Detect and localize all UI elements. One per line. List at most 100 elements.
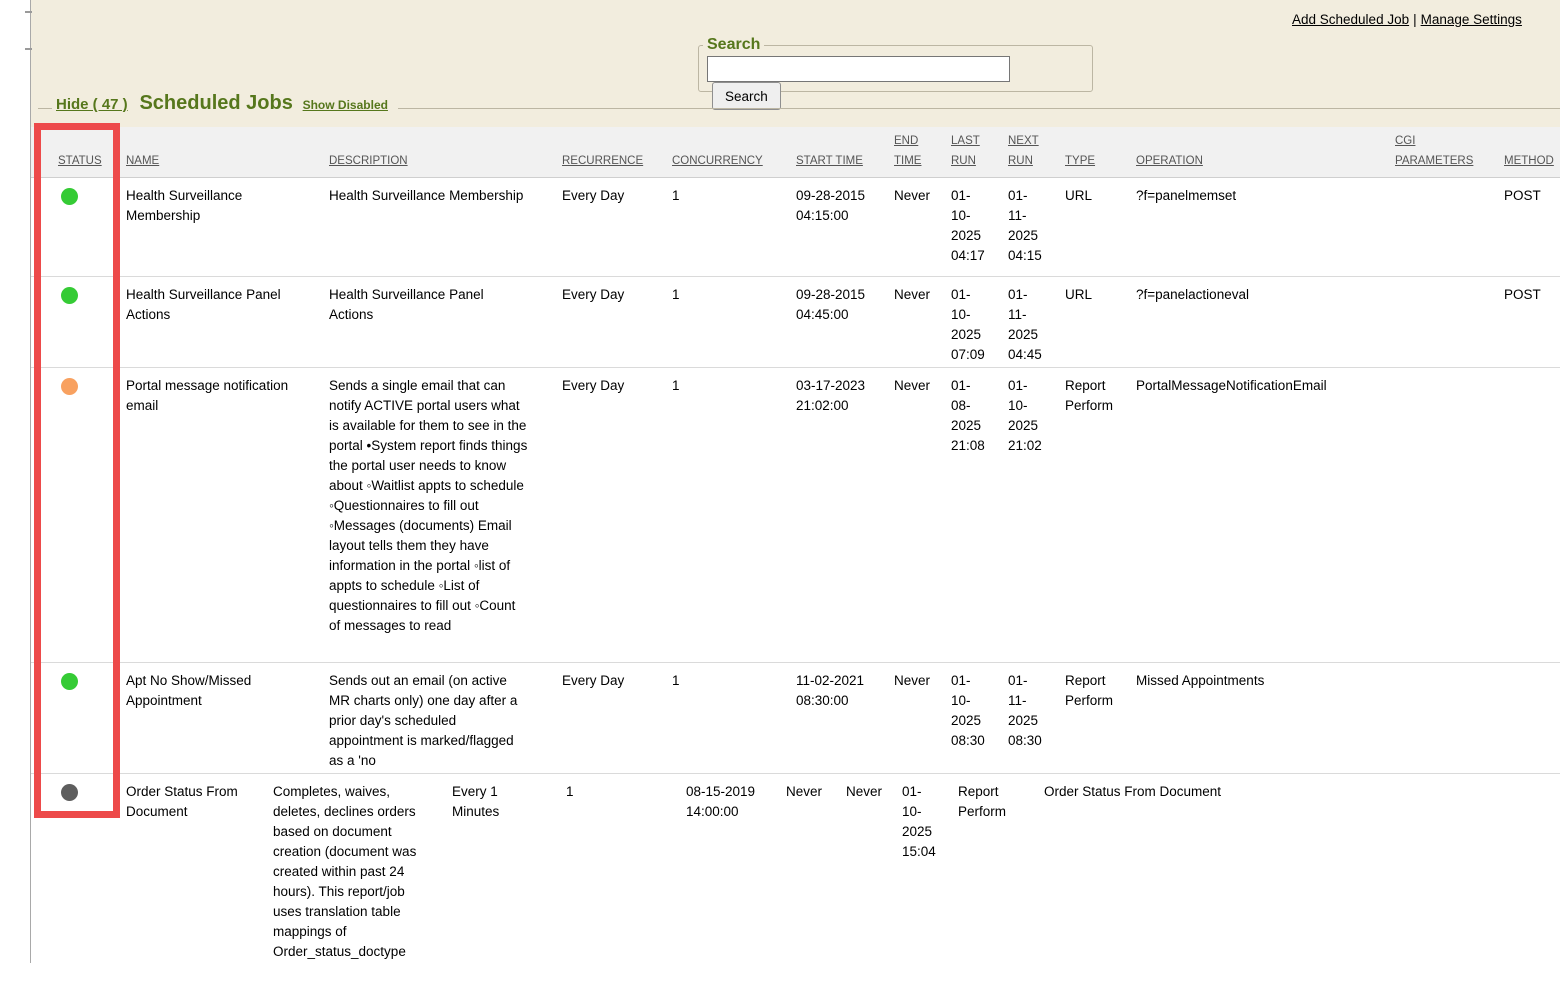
cell-end-time: Never (894, 178, 951, 276)
status-dot-orange (61, 378, 78, 395)
table-body: Health Surveillance MembershipHealth Sur… (31, 178, 1560, 774)
cell-name: Portal message notification email (126, 368, 329, 662)
cell-start-time: 11-02-2021 08:30:00 (796, 663, 894, 773)
column-sort-link-method[interactable]: METHOD (1504, 151, 1554, 171)
manage-settings-link[interactable]: Manage Settings (1421, 12, 1522, 27)
column-header-method: METHOD (1504, 127, 1560, 177)
cell-name: Health Surveillance Panel Actions (126, 277, 329, 367)
cell-description: Health Surveillance Membership (329, 178, 562, 276)
cell-start-time: 09-28-2015 04:15:00 (796, 178, 894, 276)
cell-next-run: 01-11-2025 04:45 (1008, 277, 1065, 367)
link-separator: | (1413, 12, 1417, 27)
column-header-concurrency: CONCURRENCY (672, 127, 796, 177)
cell-concurrency: 1 (672, 663, 796, 773)
status-dot-green (61, 287, 78, 304)
hide-count-link[interactable]: Hide ( 47 ) (56, 96, 128, 113)
column-sort-link-end-time[interactable]: END TIME (894, 131, 930, 171)
cell-cgi-parameters (31, 974, 126, 994)
search-panel-legend: Search (703, 36, 764, 54)
cell-operation: PortalMessageNotificationEmail (1136, 368, 1395, 662)
cell-method: POST (1504, 277, 1560, 367)
cell-end-time: Never (894, 368, 951, 662)
cell-recurrence: Every Day (562, 368, 672, 662)
cell-concurrency: 1 (672, 277, 796, 367)
column-header-name: NAME (126, 127, 329, 177)
cell-concurrency: 1 (566, 774, 686, 974)
table-row: Order Status From DocumentCompletes, wai… (31, 774, 1560, 994)
cell-status (31, 663, 126, 773)
column-header-status: STATUS (31, 127, 126, 177)
cell-name: Health Surveillance Membership (126, 178, 329, 276)
cell-end-time: Never (894, 663, 951, 773)
cell-concurrency: 1 (672, 368, 796, 662)
cell-type: URL (1065, 178, 1136, 276)
cell-next-run: 01-10-2025 21:02 (1008, 368, 1065, 662)
cell-end-time: Never (894, 277, 951, 367)
search-input[interactable] (707, 56, 1010, 82)
cell-next-run: 01-10-2025 15:04 (902, 774, 958, 974)
cell-next-run: 01-11-2025 08:30 (1008, 663, 1065, 773)
cell-recurrence: Every 1 Minutes (452, 774, 566, 974)
cell-method: POST (1504, 178, 1560, 276)
table-row: Health Surveillance MembershipHealth Sur… (31, 178, 1560, 277)
cell-operation: ?f=panelmemset (1136, 178, 1395, 276)
cell-status (31, 774, 126, 974)
scheduled-jobs-table: STATUS NAME DESCRIPTION RECURRENCE CONCURREN… (31, 127, 1560, 994)
cell-method (126, 974, 273, 994)
page-title: Scheduled Jobs (139, 92, 292, 114)
cell-cgi-parameters (1395, 663, 1504, 773)
add-scheduled-job-link[interactable]: Add Scheduled Job (1292, 12, 1409, 27)
cell-cgi-parameters (1395, 368, 1504, 662)
column-sort-link-cgi-parameters[interactable]: CGI PARAMETERS (1395, 131, 1492, 171)
cell-method (1504, 663, 1560, 773)
column-sort-link-description[interactable]: DESCRIPTION (329, 151, 408, 171)
jobs-section-legend: Hide ( 47 ) Scheduled Jobs Show Disabled (52, 92, 398, 117)
cell-type: Report Perform (1065, 368, 1136, 662)
table-body-secondary: Order Status From DocumentCompletes, wai… (31, 774, 1560, 994)
cell-recurrence: Every Day (562, 663, 672, 773)
column-sort-link-recurrence[interactable]: RECURRENCE (562, 151, 643, 171)
search-panel: Search Search (698, 36, 1093, 92)
status-dot-gray (61, 784, 78, 801)
gutter-tick (25, 11, 32, 13)
status-dot-green (61, 188, 78, 205)
table-row: Health Surveillance Panel ActionsHealth … (31, 277, 1560, 368)
column-sort-link-concurrency[interactable]: CONCURRENCY (672, 151, 763, 171)
cell-type: Report Perform (958, 774, 1044, 974)
cell-last-run: 01-10-2025 08:30 (951, 663, 1008, 773)
cell-description: Completes, waives, deletes, declines ord… (273, 774, 452, 974)
cell-description: Health Surveillance Panel Actions (329, 277, 562, 367)
table-row: Portal message notification emailSends a… (31, 368, 1560, 663)
cell-recurrence: Every Day (562, 277, 672, 367)
column-sort-link-last-run[interactable]: LAST RUN (951, 131, 987, 171)
column-sort-link-type[interactable]: TYPE (1065, 151, 1095, 171)
column-header-recurrence: RECURRENCE (562, 127, 672, 177)
cell-start-time: 09-28-2015 04:45:00 (796, 277, 894, 367)
column-header-cgi-parameters: CGI PARAMETERS (1395, 127, 1504, 177)
column-sort-link-status[interactable]: STATUS (58, 151, 102, 171)
column-sort-link-operation[interactable]: OPERATION (1136, 151, 1203, 171)
search-button[interactable]: Search (712, 82, 781, 110)
cell-concurrency: 1 (672, 178, 796, 276)
cell-operation: ?f=panelactioneval (1136, 277, 1395, 367)
column-sort-link-next-run[interactable]: NEXT RUN (1008, 131, 1044, 171)
cell-type: Report Perform (1065, 663, 1136, 773)
cell-status (31, 277, 126, 367)
cell-status (31, 178, 126, 276)
status-dot-green (61, 673, 78, 690)
cell-last-run: 01-08-2025 21:08 (951, 368, 1008, 662)
cell-start-time: 03-17-2023 21:02:00 (796, 368, 894, 662)
cell-cgi-parameters (1395, 178, 1504, 276)
cell-description: Sends a single email that can notify ACT… (329, 368, 562, 662)
column-sort-link-name[interactable]: NAME (126, 151, 159, 171)
cell-start-time: 08-15-2019 14:00:00 (686, 774, 786, 974)
show-disabled-link[interactable]: Show Disabled (303, 98, 388, 112)
topbar-links: Add Scheduled Job | Manage Settings (1292, 12, 1522, 27)
cell-status (31, 368, 126, 662)
cell-type: URL (1065, 277, 1136, 367)
cell-name: Apt No Show/Missed Appointment (126, 663, 329, 773)
cell-operation: Missed Appointments (1136, 663, 1395, 773)
column-header-operation: OPERATION (1136, 127, 1395, 177)
column-sort-link-start-time[interactable]: START TIME (796, 151, 863, 171)
cell-method (1504, 368, 1560, 662)
